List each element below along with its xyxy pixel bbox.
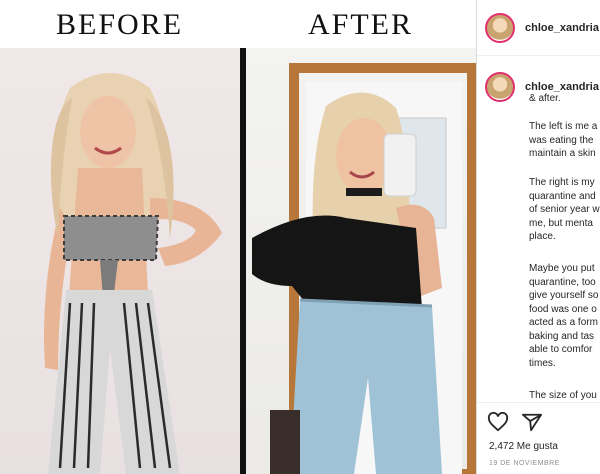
caption-avatar[interactable] [485, 72, 515, 102]
caption-line: The right is my [529, 177, 595, 188]
caption-paragraph-3: Maybe you put quarantine, too give yours… [529, 262, 600, 370]
post-actions [487, 411, 543, 437]
header-divider [477, 55, 600, 56]
post-header: chloe_xandria [485, 13, 599, 43]
caption-line: of senior year w [529, 204, 600, 215]
after-person-illustration [252, 63, 476, 474]
caption-line: times. [529, 357, 556, 369]
before-label: BEFORE [56, 8, 184, 41]
caption-line: was eating the [529, 134, 594, 146]
caption-paragraph-4: The size of you [529, 389, 600, 403]
caption-line: maintain a skin [529, 148, 596, 159]
caption-line: acted as a form [529, 317, 598, 328]
heart-icon[interactable] [487, 411, 509, 437]
before-photo [0, 48, 240, 474]
caption-text: & after. [529, 93, 561, 104]
post-date: 19 DE NOVIEMBRE [489, 460, 560, 467]
caption-line: able to comfor [529, 344, 593, 355]
like-count[interactable]: 2,472 Me gusta [489, 441, 558, 452]
caption-paragraph-1: The left is me a was eating the maintain… [529, 120, 600, 161]
caption-line: give yourself so [529, 290, 599, 301]
caption-paragraph-2: The right is my quarantine and of senior… [529, 176, 600, 244]
caption-line: me, but menta [529, 217, 593, 229]
username-link[interactable]: chloe_xandria [525, 22, 599, 34]
caption-line: quarantine, too [529, 276, 596, 288]
post-sidebar: chloe_xandria chloe_xandria & after. The… [476, 0, 600, 474]
caption-line: The size of you [529, 390, 597, 401]
caption-line: Maybe you put [529, 263, 595, 274]
avatar[interactable] [485, 13, 515, 43]
after-photo [246, 48, 476, 474]
after-label: AFTER [308, 8, 414, 41]
send-icon[interactable] [521, 412, 543, 437]
caption-line: The left is me a [529, 121, 598, 132]
before-person-illustration [44, 73, 222, 474]
caption-line: food was one o [529, 303, 597, 315]
actions-divider [477, 402, 600, 403]
post-photo: BEFORE AFTER [0, 0, 476, 474]
caption-line: place. [529, 231, 556, 242]
caption-line: baking and tas [529, 330, 595, 342]
caption-username-link[interactable]: chloe_xandria [525, 81, 599, 93]
caption-line: quarantine and [529, 190, 596, 202]
